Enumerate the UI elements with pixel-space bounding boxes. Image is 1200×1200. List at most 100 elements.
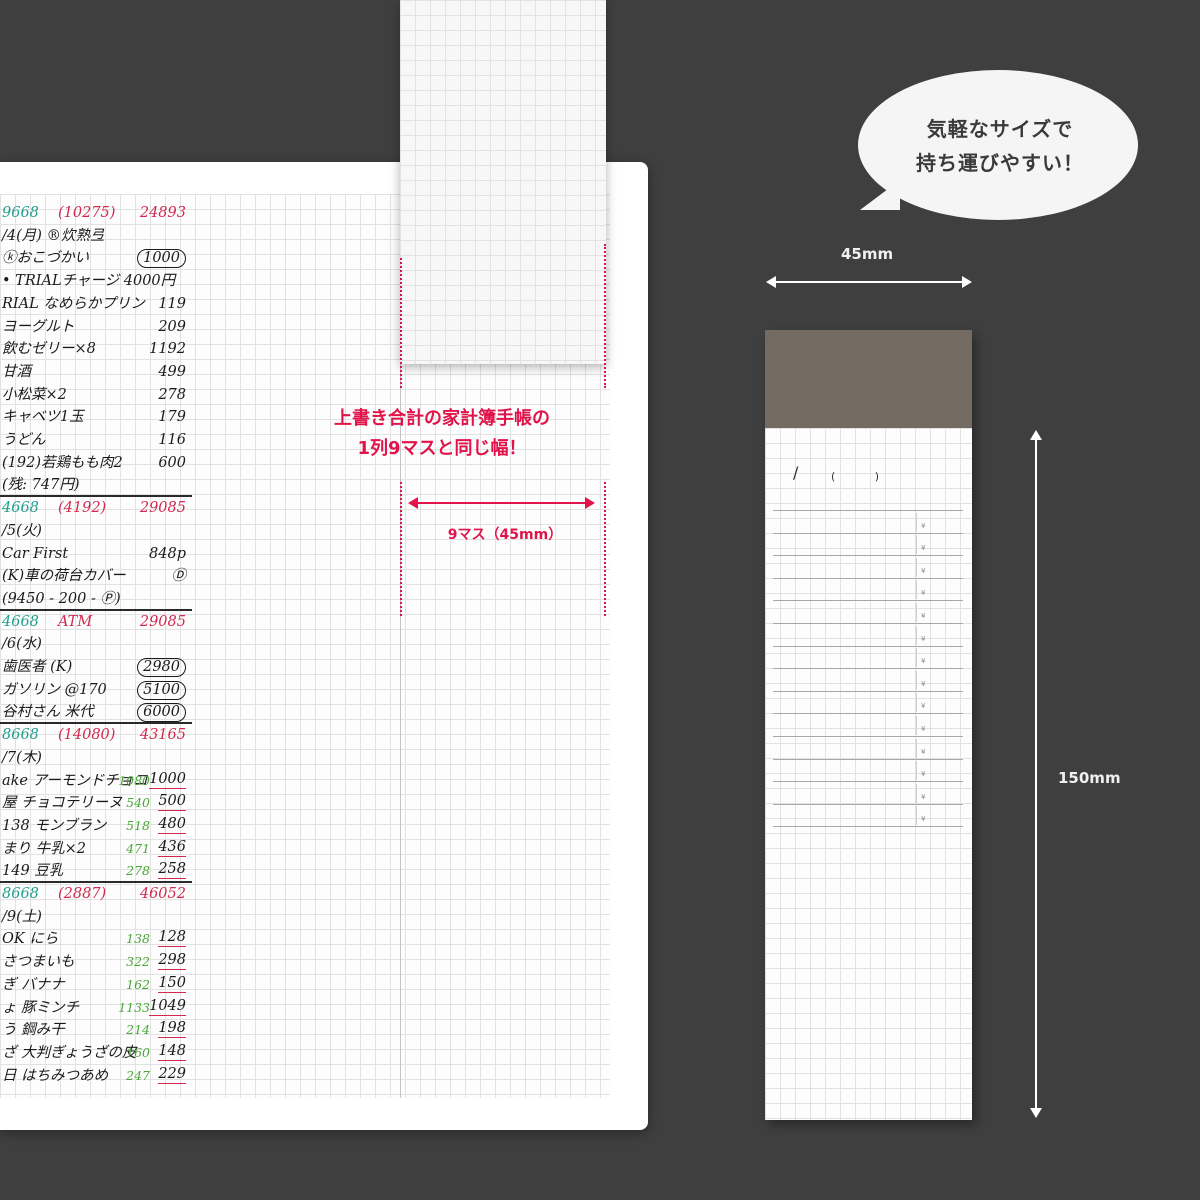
pad-column-sep <box>916 806 917 826</box>
ledger-amount: 600 <box>158 454 186 471</box>
ledger-line: 138 モンブラン 518 480 <box>0 815 192 838</box>
width-arrow <box>408 497 595 509</box>
ledger-amount: 198 <box>158 1020 186 1039</box>
ledger-line: う 鋼み干 214 198 <box>0 1019 192 1042</box>
pad-yen-mark: ¥ <box>921 589 926 598</box>
pad-yen-mark: ¥ <box>921 657 926 666</box>
headline: 上書き合計の家計簿手帳の 1列9マスと同じ幅！ <box>292 404 592 464</box>
ledger-text: 日 はちみつあめ <box>2 1067 109 1084</box>
ledger-text: うどん <box>2 432 46 448</box>
ledger-text: /4(月) ®炊熟弖 <box>2 227 105 244</box>
ledger-text: (192)若鶏もも肉2 <box>2 454 123 471</box>
pad-paren: ( ) <box>831 470 898 483</box>
guide-line-right-bottom <box>604 482 606 616</box>
ledger-line: 飲むゼリー×8 1192 <box>0 338 192 361</box>
ledger-amount: 119 <box>158 295 186 312</box>
pad-column-sep <box>916 670 917 690</box>
ledger-line: キャベツ1玉 179 <box>0 406 192 429</box>
ledger-text: 小松菜×2 <box>2 386 67 403</box>
ledger-line: 歯医者 (K) 2980 <box>0 656 192 679</box>
ledger-amount: 1000 <box>137 249 186 269</box>
ledger-text: ぎ バナナ <box>2 976 65 993</box>
ledger-line: (9450 - 200 - Ⓟ) <box>0 588 192 611</box>
pad-line <box>773 623 963 624</box>
ledger-amount: 499 <box>158 363 186 380</box>
pad-column-sep <box>916 603 917 622</box>
ledger-text: ガソリン @170 <box>2 681 107 698</box>
memo-strip <box>400 0 606 364</box>
guide-line-left-bottom <box>400 482 402 616</box>
ledger-text: (9450 - 200 - Ⓟ) <box>2 590 121 607</box>
ledger-text: /7(木) <box>2 749 42 766</box>
ledger-amount: 2980 <box>137 658 186 677</box>
pad-line <box>773 713 963 715</box>
ledger-price: 322 <box>126 954 150 970</box>
ledger-line: 甘酒 499 <box>0 361 192 384</box>
ledger-line: まり 牛乳×2 471 436 <box>0 838 192 861</box>
ledger-text: 歯医者 (K) <box>2 659 73 675</box>
pad-column-sep <box>916 535 917 555</box>
ledger-line: /5(火) <box>0 520 192 543</box>
ledger-line: /4(月) ®炊熟弖 <box>0 225 192 248</box>
bubble-line2: 持ち運びやすい！ <box>916 151 1084 175</box>
ledger-text: ょ 豚ミンチ <box>2 999 80 1016</box>
headline-line2: 1列9マスと同じ幅！ <box>357 438 527 459</box>
ledger-line: OK にら 138 128 <box>0 928 192 951</box>
ledger-text: (K)車の荷台カバー <box>2 568 126 585</box>
ledger-price: 214 <box>126 1022 150 1038</box>
ledger-text: 8668 <box>2 727 39 744</box>
ledger-subtotal: (2887) <box>58 886 107 902</box>
bubble-text: 気軽なサイズで 持ち運びやすい！ <box>870 112 1130 180</box>
ledger-text: 甘酒 <box>2 363 31 380</box>
ledger-amount: 229 <box>158 1065 186 1084</box>
pad-column-sep <box>916 783 917 803</box>
ledger-line: 8668 (14080) 43165 <box>0 724 192 747</box>
ledger-text: 8668 <box>2 886 39 902</box>
pad-column-sep <box>916 648 917 668</box>
ledger-line: 8668 (2887) 46052 <box>0 883 192 906</box>
headline-line1: 上書き合計の家計簿手帳の <box>334 408 550 429</box>
pad-width-label: 45mm <box>841 245 894 263</box>
ledger-price: 160 <box>126 1044 150 1060</box>
ledger-text: まり 牛乳×2 <box>2 840 86 857</box>
pad-line <box>773 555 963 557</box>
guide-line-right-top <box>604 244 606 388</box>
ledger-amount: 148 <box>158 1042 186 1061</box>
pad-line <box>773 510 963 511</box>
ledger-line: ょ 豚ミンチ 1133 1049 <box>0 997 192 1020</box>
pad-line <box>773 690 963 692</box>
pad-yen-mark: ¥ <box>921 566 926 575</box>
ledger-price: 162 <box>126 976 150 992</box>
ledger-text: う 鋼み干 <box>2 1022 65 1039</box>
ledger-line: /7(木) <box>0 747 192 770</box>
ledger-text: ざ 大判ぎょうざの皮 <box>2 1044 137 1061</box>
ledger-text: /5(火) <box>2 522 42 539</box>
pad-height-arrow <box>1030 430 1042 1118</box>
pad-yen-mark: ¥ <box>921 702 926 711</box>
ledger-amount: 209 <box>158 318 186 335</box>
ledger-amount: 500 <box>158 793 186 812</box>
ledger-price: 138 <box>126 931 150 947</box>
ledger-line: 4668 ATM 29085 <box>0 611 192 634</box>
ledger-line: 日 はちみつあめ 247 229 <box>0 1065 192 1088</box>
ledger-line: さつまいも 322 298 <box>0 951 192 974</box>
ledger-amount: 29085 <box>139 500 186 517</box>
pad-column-sep <box>916 512 917 532</box>
ledger-text: • TRIALチャージ 4000円 <box>2 273 176 290</box>
ledger-price: 247 <box>126 1067 150 1083</box>
ledger-text: 4668 <box>2 613 39 630</box>
pad-column-sep <box>916 738 917 758</box>
ledger-subtotal: (4192) <box>58 500 107 517</box>
ledger-amount: 43165 <box>139 727 186 744</box>
pad-line <box>773 758 963 760</box>
ledger-line: うどん 116 <box>0 429 192 452</box>
ledger-price: 518 <box>126 817 150 833</box>
ledger-text: 138 モンブラン <box>2 817 107 834</box>
ledger-price: 278 <box>126 863 150 879</box>
ledger-amount: 46052 <box>139 886 186 902</box>
pad-line <box>773 736 963 737</box>
pad-line <box>773 577 963 579</box>
ledger-amount: 436 <box>158 838 186 857</box>
ledger-text: Car First <box>2 545 69 562</box>
width-label: 9マス（45mm） <box>447 527 563 543</box>
